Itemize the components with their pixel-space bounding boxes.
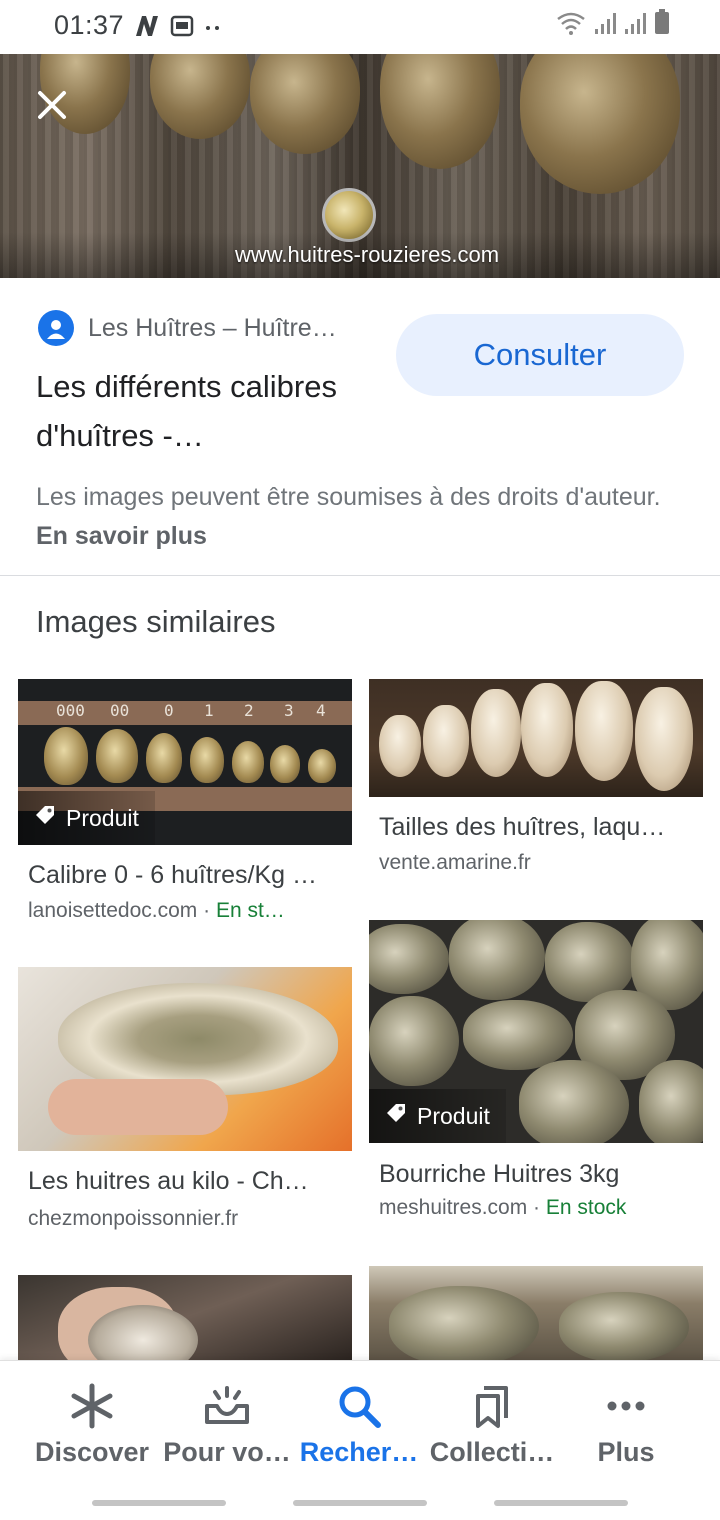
tag-icon [385, 1102, 407, 1130]
tag-icon [34, 804, 56, 832]
copyright-notice: Les images peuvent être soumises à des d… [36, 478, 686, 556]
similar-image-site: vente.amarine.fr [379, 851, 531, 874]
similar-image-card[interactable]: Tailles des huîtres, laqu… vente.amarine… [369, 679, 703, 889]
nav-label: Collecti… [429, 1437, 555, 1467]
status-bar: 01:37 [0, 0, 720, 54]
consult-button[interactable]: Consulter [396, 314, 684, 396]
source-favicon-icon [38, 310, 74, 346]
caliber-label: 1 [204, 701, 214, 720]
gesture-pill[interactable] [293, 1500, 427, 1506]
collections-icon [468, 1383, 516, 1429]
gesture-pill[interactable] [92, 1500, 226, 1506]
copyright-text: Les images peuvent être soumises à des d… [36, 483, 661, 511]
similar-image-thumbnail[interactable] [369, 1266, 703, 1360]
similar-image-title: Calibre 0 - 6 huîtres/Kg … [28, 861, 318, 889]
similar-image-thumbnail[interactable] [369, 679, 703, 797]
bottom-navigation: Discover Pour vo… Recher… Collecti… Plus [0, 1360, 720, 1486]
more-icon [602, 1383, 650, 1429]
gesture-pill[interactable] [494, 1500, 628, 1506]
similar-image-card[interactable]: Produit Bourriche Huitres 3kg meshuitres… [369, 920, 703, 1230]
similar-image-thumbnail[interactable]: Produit [369, 920, 703, 1143]
nav-label: Pour vo… [163, 1437, 291, 1467]
product-badge: Produit [18, 791, 155, 845]
divider [0, 575, 720, 576]
screenshot-icon [170, 14, 194, 43]
similar-image-card[interactable]: 000 00 0 1 2 3 4 Produit Calibre 0 - 6 h… [18, 679, 352, 939]
similar-image-thumbnail[interactable] [18, 967, 352, 1151]
similar-image-title: Tailles des huîtres, laqu… [379, 813, 666, 841]
caliber-label: 000 [56, 701, 85, 720]
more-dots-icon [204, 14, 222, 43]
similar-images-heading: Images similaires [36, 604, 276, 639]
nav-label: Plus [597, 1437, 655, 1467]
nav-label: Discover [34, 1437, 150, 1467]
close-icon [37, 90, 67, 125]
similar-image-card[interactable]: Les huitres au kilo - Ch… chezmonpoisson… [18, 967, 352, 1235]
page-title[interactable]: Les différents calibres d'huîtres -… [36, 362, 376, 460]
signal-icon [624, 11, 646, 40]
similar-image-title: Bourriche Huitres 3kg [379, 1160, 620, 1188]
similar-image-card[interactable] [369, 1266, 703, 1360]
caliber-label: 0 [164, 701, 174, 720]
similar-image-thumbnail[interactable] [18, 1275, 352, 1360]
similar-image-site: lanoisettedoc.com · En st… [28, 899, 285, 922]
hero-image[interactable]: www.huitres-rouzieres.com [0, 54, 720, 278]
nav-for-you[interactable]: Pour vo… [160, 1361, 294, 1487]
caliber-label: 4 [316, 701, 326, 720]
n-icon [134, 14, 160, 43]
stock-status: En stock [545, 1196, 627, 1219]
close-button[interactable] [22, 84, 82, 130]
battery-icon [654, 9, 670, 40]
inbox-update-icon [203, 1383, 251, 1429]
caliber-label: 2 [244, 701, 254, 720]
similar-image-thumbnail[interactable]: 000 00 0 1 2 3 4 Produit [18, 679, 352, 845]
signal-icon [594, 11, 616, 40]
nav-search[interactable]: Recher… [296, 1361, 422, 1487]
learn-more-link[interactable]: En savoir plus [36, 522, 207, 550]
stock-status: En st… [215, 899, 285, 922]
similar-image-site: meshuitres.com · En stock [379, 1196, 627, 1219]
caliber-label: 00 [110, 701, 130, 720]
product-label: Produit [417, 1102, 490, 1129]
similar-image-site: chezmonpoissonnier.fr [28, 1207, 239, 1230]
hero-watermark: www.huitres-rouzieres.com [234, 242, 500, 267]
caliber-label: 3 [284, 701, 294, 720]
nav-more[interactable]: Plus [566, 1361, 686, 1487]
status-time: 01:37 [54, 10, 125, 40]
nav-discover[interactable]: Discover [24, 1361, 160, 1487]
wifi-icon [556, 11, 586, 40]
product-badge: Produit [369, 1089, 506, 1143]
similar-image-title: Les huitres au kilo - Ch… [28, 1167, 309, 1195]
source-name: Les Huîtres – Huître… [88, 313, 337, 342]
asterisk-icon [68, 1383, 116, 1429]
product-label: Produit [66, 804, 139, 831]
system-gesture-bar [0, 1486, 720, 1520]
source-row[interactable]: Les Huîtres – Huître… [38, 310, 337, 346]
similar-image-card[interactable] [18, 1275, 352, 1360]
nav-label: Recher… [299, 1437, 419, 1467]
nav-collections[interactable]: Collecti… [424, 1361, 560, 1487]
search-icon [335, 1383, 383, 1429]
